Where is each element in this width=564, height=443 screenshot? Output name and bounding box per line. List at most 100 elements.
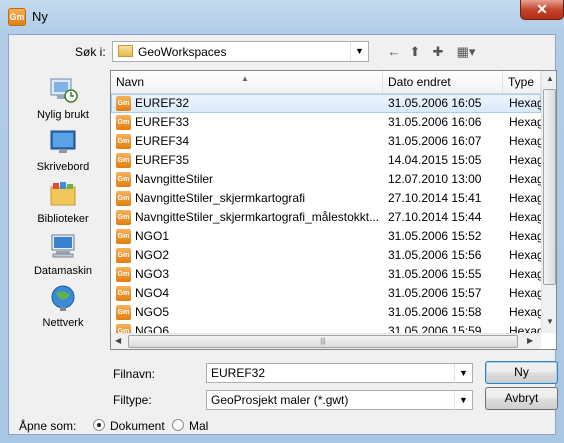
ny-button[interactable]: Ny bbox=[485, 361, 558, 384]
gwt-file-icon: Gm bbox=[116, 153, 131, 168]
gwt-file-icon: Gm bbox=[116, 286, 131, 301]
gwt-file-icon: Gm bbox=[116, 134, 131, 149]
file-row[interactable]: Gm NGO4 31.05.2006 15:57 Hexagon bbox=[111, 284, 541, 303]
place-label: Biblioteker bbox=[37, 213, 89, 225]
gwt-file-icon: Gm bbox=[116, 267, 131, 282]
vertical-scroll-thumb[interactable] bbox=[543, 89, 556, 285]
radio-template[interactable] bbox=[172, 419, 184, 431]
place-network[interactable]: Nettverk bbox=[19, 283, 107, 329]
file-type: Hexagon bbox=[509, 172, 541, 186]
up-folder-icon[interactable]: ⬆ bbox=[406, 43, 424, 61]
file-name: NGO4 bbox=[135, 286, 170, 300]
place-label: Nylig brukt bbox=[37, 109, 89, 121]
place-desktop[interactable]: Skrivebord bbox=[19, 127, 107, 173]
file-name: EUREF32 bbox=[135, 96, 190, 110]
recent-places-icon bbox=[50, 78, 78, 103]
file-row[interactable]: Gm NGO5 31.05.2006 15:58 Hexagon bbox=[111, 303, 541, 322]
file-type: Hexagon bbox=[509, 229, 541, 243]
filename-label: Filnavn: bbox=[113, 367, 156, 381]
look-in-label: Søk i: bbox=[75, 45, 106, 59]
file-row[interactable]: Gm NGO1 31.05.2006 15:52 Hexagon bbox=[111, 227, 541, 246]
vertical-scrollbar[interactable]: ▲ ▼ bbox=[541, 71, 556, 333]
look-in-dropdown[interactable]: GeoWorkspaces ▼ bbox=[112, 41, 369, 62]
scroll-up-icon[interactable]: ▲ bbox=[546, 74, 554, 83]
folder-icon bbox=[118, 45, 133, 57]
scroll-down-icon[interactable]: ▼ bbox=[546, 317, 554, 326]
view-menu-icon[interactable]: ▦▾ bbox=[453, 43, 479, 61]
file-row[interactable]: Gm EUREF35 14.04.2015 15:05 Hexagon bbox=[111, 151, 541, 170]
file-row[interactable]: Gm NavngitteStiler_skjermkartografi_måles… bbox=[111, 208, 541, 227]
file-name: EUREF33 bbox=[135, 115, 190, 129]
column-name-label: Navn bbox=[116, 75, 145, 89]
horizontal-scroll-thumb[interactable]: ||| bbox=[128, 335, 518, 348]
dialog-body: Søk i: GeoWorkspaces ▼ ← ⬆ ✚ ▦▾ Nylig br… bbox=[8, 34, 558, 435]
scroll-right-icon[interactable]: ▶ bbox=[527, 336, 533, 345]
file-row[interactable]: Gm EUREF32 31.05.2006 16:05 Hexagon bbox=[111, 94, 541, 113]
file-type: Hexagon bbox=[509, 210, 541, 224]
filetype-dropdown[interactable]: GeoProsjekt maler (*.gwt) ▼ bbox=[206, 390, 473, 410]
file-rows: Gm EUREF32 31.05.2006 16:05 Hexagon Gm EUREF3… bbox=[111, 94, 541, 334]
place-label: Nettverk bbox=[42, 317, 84, 329]
file-type: Hexagon bbox=[509, 115, 541, 129]
file-row[interactable]: Gm NavngitteStiler 12.07.2010 13:00 Hexagon bbox=[111, 170, 541, 189]
file-name: NavngitteStiler_skjermkartografi bbox=[135, 191, 306, 205]
radio-document[interactable] bbox=[93, 419, 105, 431]
gwt-file-icon: Gm bbox=[116, 305, 131, 320]
title-bar: Ny ✕ bbox=[0, 0, 564, 34]
scroll-left-icon[interactable]: ◀ bbox=[115, 336, 121, 345]
horizontal-scrollbar[interactable]: ◀ ||| ▶ bbox=[111, 333, 541, 349]
column-header-type[interactable]: Type bbox=[503, 71, 541, 93]
back-arrow-icon[interactable]: ← bbox=[385, 43, 403, 61]
file-type: Hexagon bbox=[509, 191, 541, 205]
file-row[interactable]: Gm EUREF33 31.05.2006 16:06 Hexagon bbox=[111, 113, 541, 132]
gwt-file-icon: Gm bbox=[116, 191, 131, 206]
file-date: 31.05.2006 16:05 bbox=[388, 96, 482, 110]
window-title: Ny bbox=[32, 9, 48, 24]
chevron-down-icon[interactable]: ▼ bbox=[454, 391, 472, 410]
gwt-file-icon: Gm bbox=[116, 96, 131, 111]
column-header-name[interactable]: Navn ▲ bbox=[111, 71, 383, 93]
file-name: NGO5 bbox=[135, 305, 170, 319]
file-date: 31.05.2006 15:56 bbox=[388, 248, 482, 262]
place-recent[interactable]: Nylig brukt bbox=[19, 75, 107, 121]
desktop-icon bbox=[50, 130, 76, 153]
file-row[interactable]: Gm EUREF34 31.05.2006 16:07 Hexagon bbox=[111, 132, 541, 151]
file-row[interactable]: Gm NGO2 31.05.2006 15:56 Hexagon bbox=[111, 246, 541, 265]
gwt-file-icon: Gm bbox=[116, 172, 131, 187]
file-date: 31.05.2006 15:57 bbox=[388, 286, 482, 300]
file-type: Hexagon bbox=[509, 248, 541, 262]
cancel-button[interactable]: Avbryt bbox=[485, 387, 558, 410]
places-bar: Nylig brukt Skrivebord Biblioteker Datam… bbox=[19, 71, 107, 351]
place-libraries[interactable]: Biblioteker bbox=[19, 179, 107, 225]
column-header-bar: Navn ▲ Dato endret Type bbox=[111, 71, 541, 94]
new-folder-icon[interactable]: ✚ bbox=[429, 43, 447, 61]
file-type: Hexagon bbox=[509, 134, 541, 148]
place-computer[interactable]: Datamaskin bbox=[19, 231, 107, 277]
file-row[interactable]: Gm NavngitteStiler_skjermkartografi 27.10.… bbox=[111, 189, 541, 208]
gwt-file-icon: Gm bbox=[116, 229, 131, 244]
file-name: NavngitteStiler_skjermkartografi_målesto… bbox=[135, 210, 380, 224]
column-header-date[interactable]: Dato endret bbox=[383, 71, 503, 93]
libraries-icon bbox=[50, 182, 76, 206]
file-date: 31.05.2006 16:07 bbox=[388, 134, 482, 148]
file-list[interactable]: Navn ▲ Dato endret Type Gm EUREF32 31.05.2… bbox=[110, 70, 557, 350]
filename-input[interactable]: EUREF32 ▼ bbox=[206, 363, 473, 383]
gwt-file-icon: Gm bbox=[116, 210, 131, 225]
file-date: 27.10.2014 15:41 bbox=[388, 191, 482, 205]
filetype-label: Filtype: bbox=[113, 393, 152, 407]
file-date: 27.10.2014 15:44 bbox=[388, 210, 482, 224]
file-type: Hexagon bbox=[509, 267, 541, 281]
file-name: NGO3 bbox=[135, 267, 170, 281]
chevron-down-icon[interactable]: ▼ bbox=[454, 364, 472, 383]
gwt-file-icon: Gm bbox=[116, 248, 131, 263]
chevron-down-icon[interactable]: ▼ bbox=[350, 42, 368, 61]
file-date: 31.05.2006 15:58 bbox=[388, 305, 482, 319]
close-button[interactable]: ✕ bbox=[520, 0, 564, 20]
dialog-window: Ny ✕ Søk i: GeoWorkspaces ▼ ← ⬆ ✚ ▦▾ Nyl… bbox=[0, 0, 564, 443]
open-as-label: Åpne som: bbox=[19, 419, 77, 433]
place-label: Skrivebord bbox=[36, 161, 90, 173]
file-type: Hexagon bbox=[509, 286, 541, 300]
file-row[interactable]: Gm NGO3 31.05.2006 15:55 Hexagon bbox=[111, 265, 541, 284]
radio-document-label: Dokument bbox=[110, 419, 165, 433]
geomedia-app-icon bbox=[8, 8, 26, 26]
